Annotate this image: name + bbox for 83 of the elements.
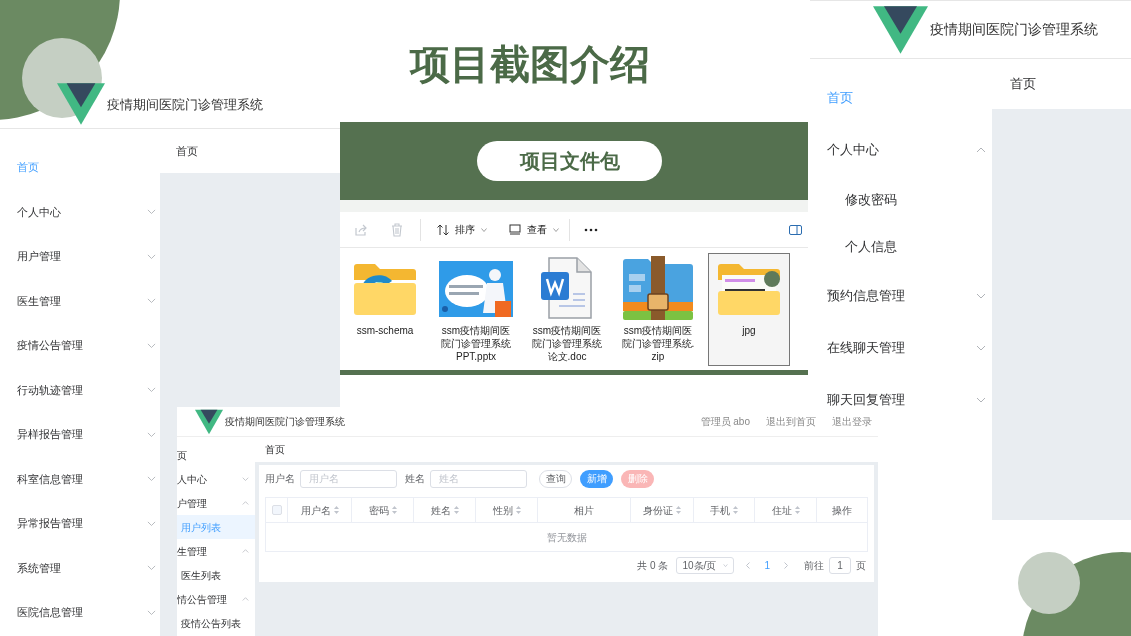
sort-icon[interactable] — [676, 506, 681, 514]
next-page-icon[interactable] — [784, 561, 788, 569]
breadcrumb[interactable]: 首页 — [1010, 74, 1036, 94]
header-link[interactable]: 退出登录 — [832, 414, 872, 429]
file-item[interactable]: ssm疫情期间医院门诊管理系统PPT.pptx — [435, 253, 517, 366]
column-header[interactable]: 住址 — [771, 502, 792, 518]
menu-item[interactable]: 疫情公告管理 — [0, 323, 160, 368]
folder-icon — [352, 261, 418, 317]
sort-icon[interactable] — [515, 506, 521, 514]
sort-icon — [437, 223, 450, 236]
menu-item[interactable]: 异样报告管理 — [0, 412, 160, 457]
column-header[interactable]: 手机 — [710, 502, 730, 518]
image-folder-icon — [716, 261, 782, 317]
menu-item[interactable]: 系统管理 — [0, 545, 160, 590]
menu-item[interactable]: 修改密码 — [810, 189, 992, 210]
menu-item[interactable]: 个人中心 — [0, 189, 160, 234]
document-icon — [539, 256, 595, 322]
menu-item[interactable]: 生管理 — [177, 539, 255, 563]
menu-item[interactable]: 用户管理 — [0, 234, 160, 279]
menu-item[interactable]: 个人信息 — [810, 236, 992, 257]
sort-icon[interactable] — [733, 506, 738, 514]
column-header[interactable]: 密码 — [368, 502, 389, 518]
menu-item[interactable]: 医生列表 — [177, 563, 255, 587]
menu-item[interactable]: 聊天回复管理 — [810, 390, 992, 410]
column-header[interactable]: 姓名 — [430, 502, 451, 518]
section-badge: 项目文件包 — [477, 141, 662, 181]
caret-icon — [553, 227, 559, 232]
checkbox[interactable] — [271, 505, 282, 515]
previous-page-icon[interactable] — [746, 561, 751, 569]
logo-icon — [873, 4, 928, 55]
sort-icon[interactable] — [391, 506, 397, 514]
menu-item[interactable]: 页 — [177, 443, 255, 467]
app-title: 疫情期间医院门诊管理系统 — [930, 21, 1098, 39]
sort-icon[interactable] — [333, 506, 339, 514]
field-label: 用户名 — [265, 472, 295, 486]
menu-item[interactable]: 行动轨迹管理 — [0, 367, 160, 412]
breadcrumb[interactable]: 首页 — [265, 442, 285, 457]
empty-text: 暂无数据 — [546, 530, 587, 545]
button[interactable]: 查询 — [539, 469, 572, 488]
breadcrumb[interactable]: 首页 — [176, 142, 198, 160]
column-header[interactable]: 性别 — [492, 502, 513, 518]
column-header[interactable]: 身份证 — [643, 502, 673, 518]
menu-item[interactable]: 疫情公告列表 — [177, 611, 255, 635]
field-label: 姓名 — [405, 472, 425, 486]
sort-button[interactable]: 排序 — [437, 222, 487, 237]
menu-item[interactable]: 医院信息管理 — [0, 590, 160, 635]
goto-suffix: 页 — [856, 558, 866, 573]
page-input[interactable]: 1 — [829, 556, 851, 574]
logo-icon — [195, 408, 223, 435]
menu-item[interactable]: 人中心 — [177, 467, 255, 491]
app-title: 疫情期间医院门诊管理系统 — [225, 415, 345, 429]
app-title: 疫情期间医院门诊管理系统 — [107, 96, 263, 115]
sort-icon[interactable] — [794, 506, 800, 514]
header-link[interactable]: 管理员 abo — [700, 414, 750, 429]
archive-icon — [621, 256, 695, 322]
view-icon — [509, 224, 521, 235]
panel-icon[interactable] — [789, 224, 802, 235]
slide-title: 项目截图介绍 — [408, 41, 651, 88]
column-header[interactable]: 操作 — [832, 502, 852, 518]
total-count: 共 0 条 — [637, 558, 669, 573]
goto-label: 前往 — [804, 558, 824, 573]
menu-item[interactable]: 户管理 — [177, 491, 255, 515]
page-size-select[interactable]: 10条/页 — [676, 556, 735, 574]
menu-item[interactable]: 异常报告管理 — [0, 501, 160, 546]
menu-item[interactable]: 预约信息管理 — [810, 286, 992, 306]
view-button[interactable]: 查看 — [509, 222, 559, 237]
column-header[interactable]: 相片 — [574, 502, 594, 518]
menu-item[interactable]: 在线聊天管理 — [810, 338, 992, 358]
caret-icon — [723, 563, 729, 567]
file-item[interactable]: jpg — [708, 253, 790, 366]
menu-item[interactable]: 医生管理 — [0, 278, 160, 323]
logo-icon — [57, 81, 105, 127]
file-item[interactable]: ssm-schema — [344, 253, 426, 366]
menu-item[interactable]: 个人中心 — [810, 140, 992, 160]
header-link[interactable]: 退出到首页 — [766, 414, 816, 429]
more-icon[interactable] — [584, 227, 598, 232]
sort-icon[interactable] — [453, 506, 459, 514]
file-item[interactable]: ssm疫情期间医院门诊管理系统论文.doc — [526, 253, 608, 366]
menu-item[interactable]: 科室信息管理 — [0, 456, 160, 501]
caret-icon — [481, 227, 487, 232]
menu-item[interactable]: 情公告管理 — [177, 587, 255, 611]
column-header[interactable]: 用户名 — [300, 502, 331, 518]
file-item[interactable]: ssm疫情期间医院门诊管理系统.zip — [617, 253, 699, 366]
